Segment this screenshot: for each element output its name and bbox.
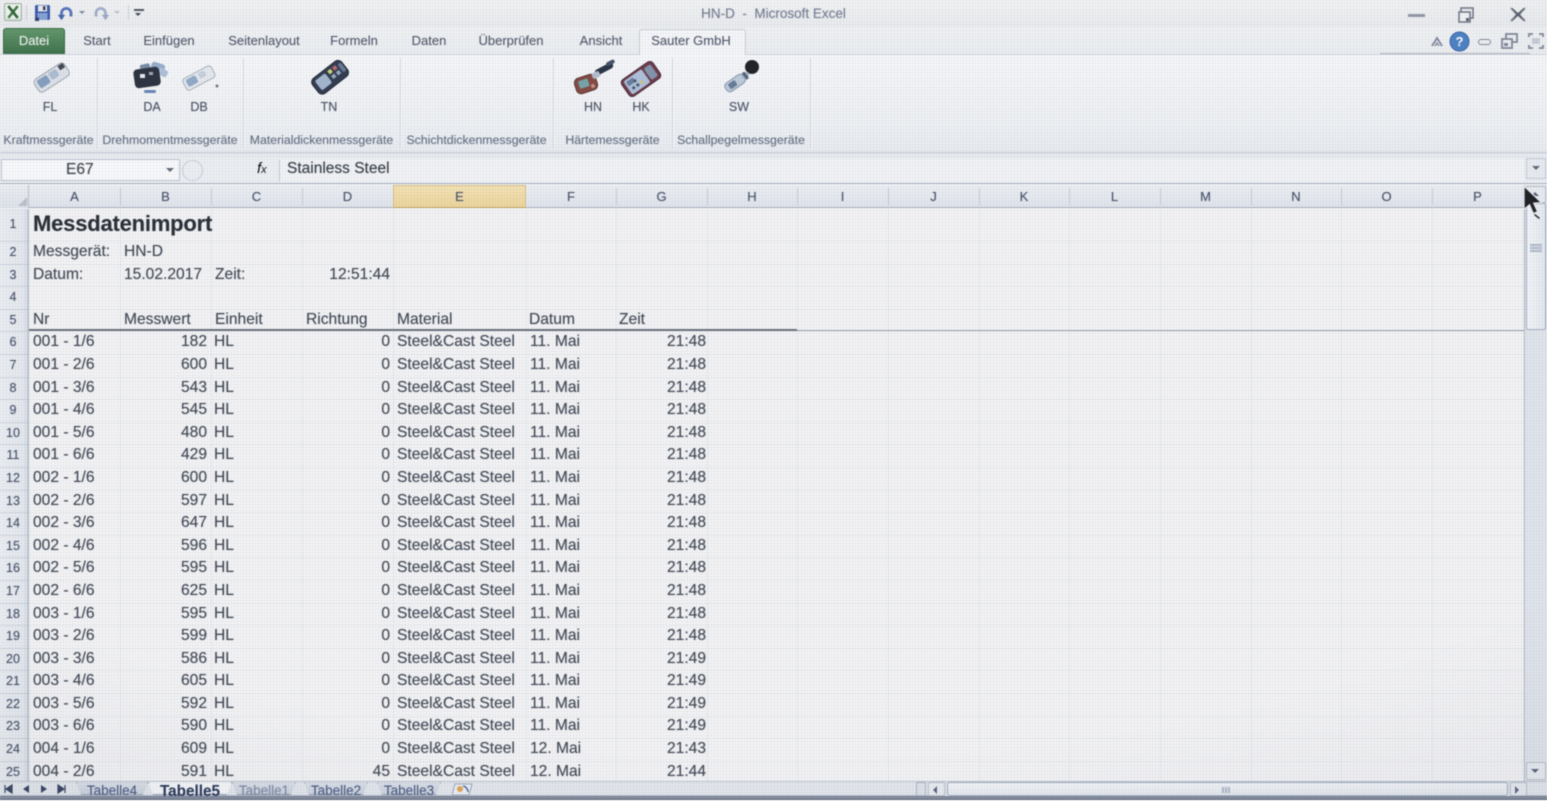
svg-text:?: ? bbox=[1456, 34, 1464, 49]
